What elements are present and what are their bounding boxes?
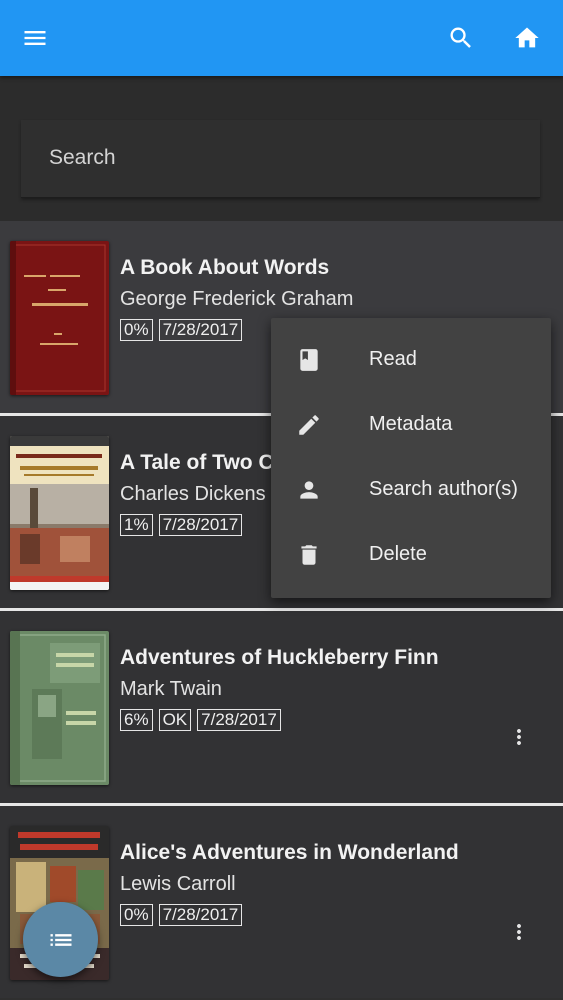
book-title: Alice's Adventures in Wonderland (120, 841, 459, 864)
list-icon (50, 933, 71, 946)
menu-item-metadata[interactable]: Metadata (271, 392, 551, 457)
app-bar (0, 0, 563, 76)
menu-icon (24, 31, 46, 45)
more-options-button[interactable] (503, 713, 535, 761)
book-row[interactable]: Alice's Adventures in Wonderland Lewis C… (0, 806, 563, 998)
book-author: George Frederick Graham (120, 288, 354, 310)
search-box (21, 120, 540, 198)
book-cover (10, 631, 109, 785)
book-row[interactable]: Adventures of Huckleberry Finn Mark Twai… (0, 611, 563, 803)
more-vert-icon (517, 924, 521, 940)
context-menu: Read Metadata Search author(s) Delete (271, 318, 551, 598)
fab-button[interactable] (23, 902, 98, 977)
menu-item-label: Search author(s) (369, 478, 518, 500)
book-title: Adventures of Huckleberry Finn (120, 646, 439, 669)
book-badges: 0% 7/28/2017 (120, 904, 243, 926)
menu-item-read[interactable]: Read (271, 327, 551, 392)
menu-button[interactable] (11, 14, 59, 62)
menu-item-label: Metadata (369, 413, 453, 435)
book-cover (10, 436, 109, 590)
pencil-icon (295, 411, 323, 439)
book-badges: 6% OK 7/28/2017 (120, 709, 281, 731)
date-badge: 7/28/2017 (158, 514, 243, 536)
menu-item-label: Read (369, 348, 417, 370)
progress-badge: 6% (120, 709, 153, 731)
date-badge: 7/28/2017 (197, 709, 281, 731)
more-vert-icon (517, 729, 521, 745)
book-title: A Book About Words (120, 256, 330, 279)
person-icon (295, 476, 323, 504)
progress-badge: 0% (120, 319, 153, 341)
progress-badge: 0% (120, 904, 153, 926)
home-icon (515, 27, 539, 48)
date-badge: 7/28/2017 (158, 904, 243, 926)
book-author: Charles Dickens (120, 483, 266, 505)
menu-item-label: Delete (369, 543, 427, 565)
date-badge: 7/28/2017 (158, 319, 243, 341)
search-icon (450, 27, 471, 48)
book-icon (295, 346, 323, 374)
search-input[interactable] (49, 138, 509, 178)
book-title: A Tale of Two C (120, 451, 274, 474)
book-badges: 1% 7/28/2017 (120, 514, 243, 536)
home-button[interactable] (503, 14, 551, 62)
book-author: Lewis Carroll (120, 873, 236, 895)
search-button[interactable] (437, 14, 485, 62)
status-badge: OK (158, 709, 192, 731)
more-options-button[interactable] (503, 908, 535, 956)
search-section (0, 76, 563, 221)
book-cover (10, 241, 109, 395)
menu-item-search-authors[interactable]: Search author(s) (271, 457, 551, 522)
book-author: Mark Twain (120, 678, 222, 700)
trash-icon (295, 541, 323, 569)
book-badges: 0% 7/28/2017 (120, 319, 243, 341)
menu-item-delete[interactable]: Delete (271, 522, 551, 587)
progress-badge: 1% (120, 514, 153, 536)
